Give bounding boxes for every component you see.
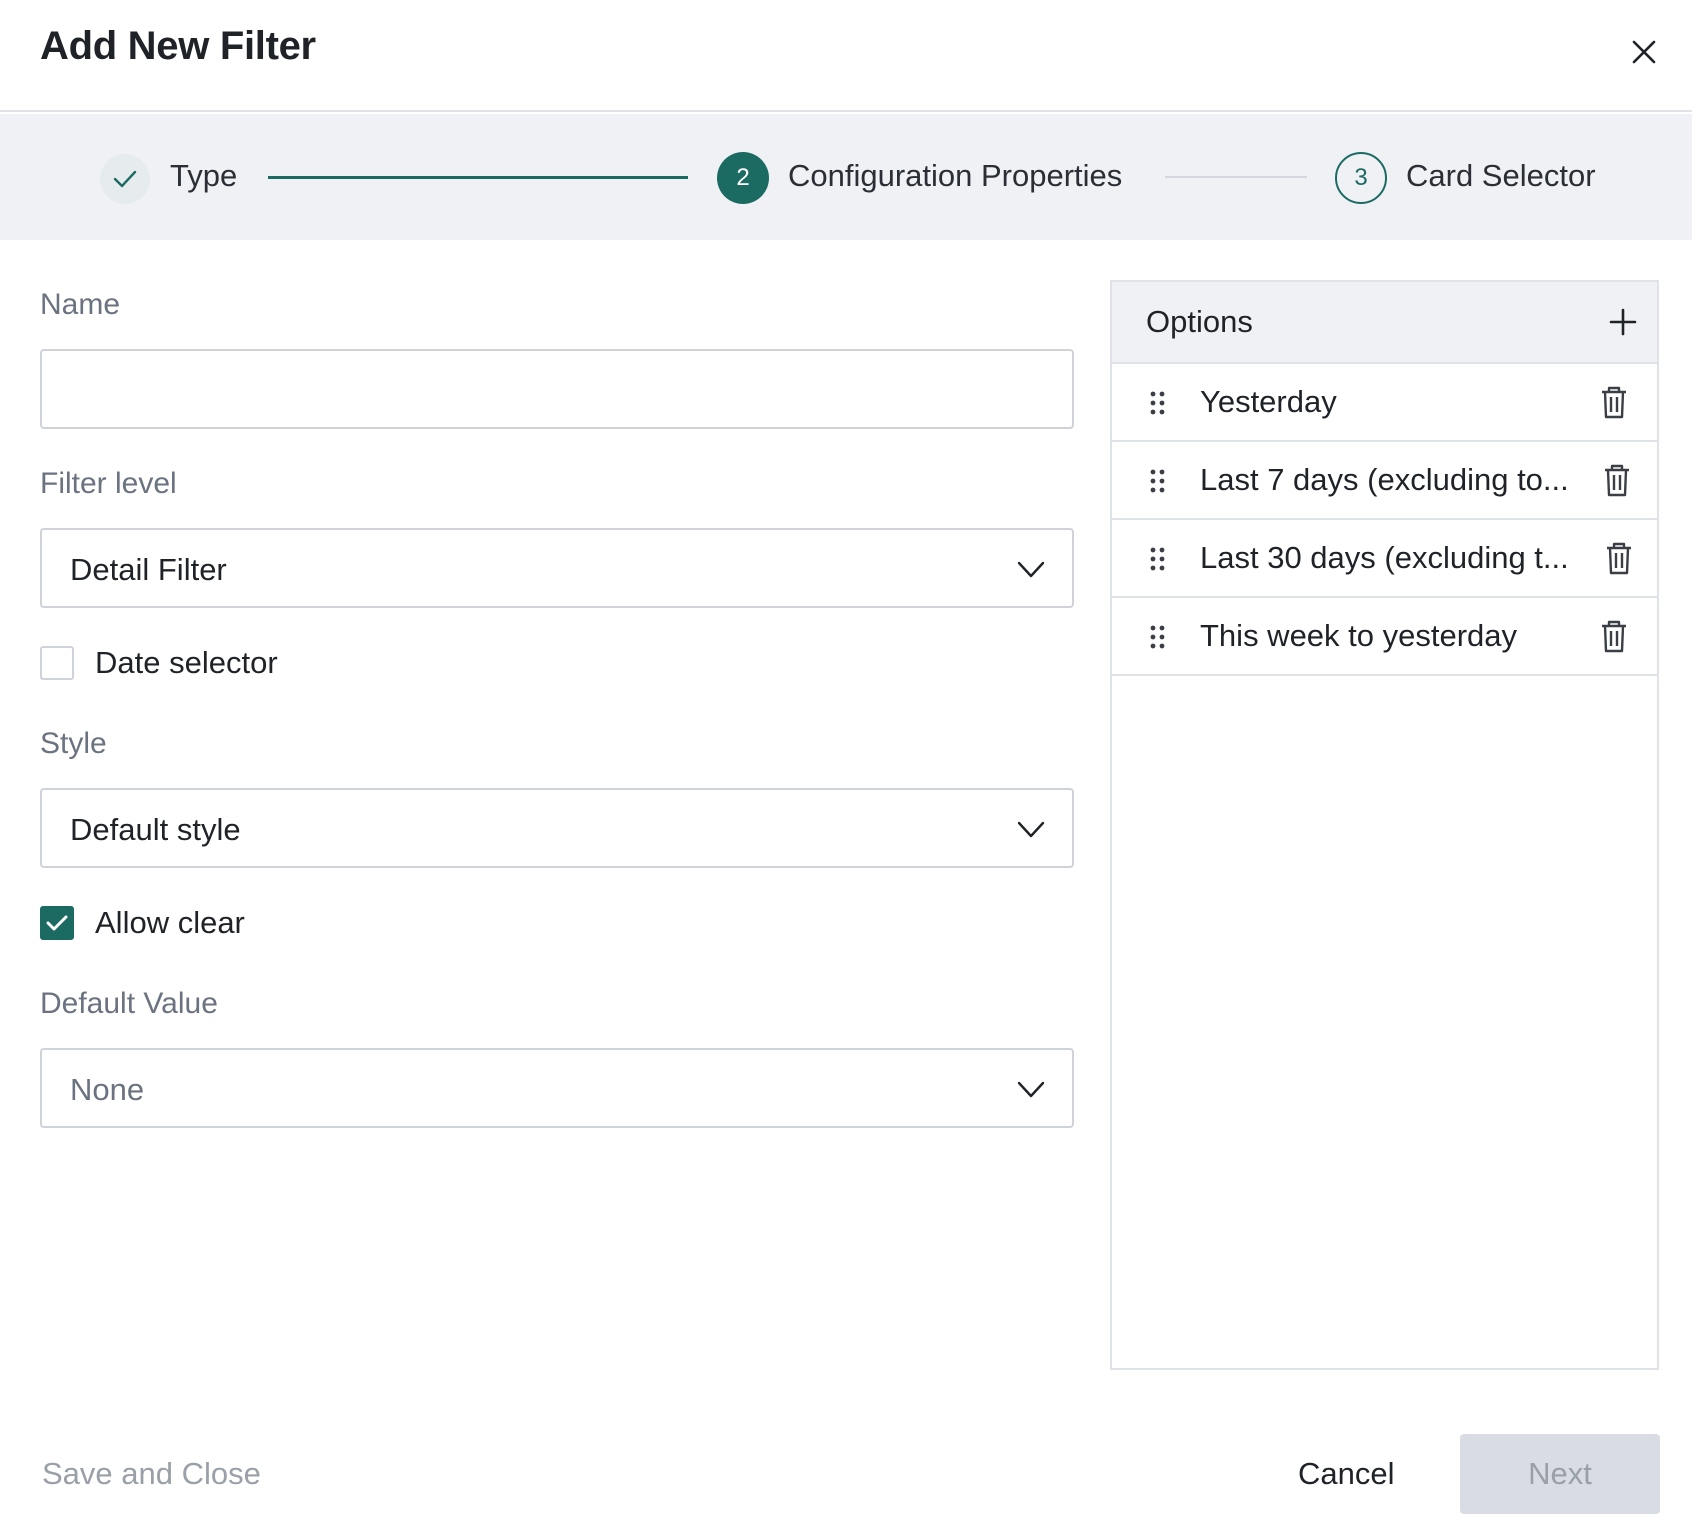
date-selector-label: Date selector [95, 645, 278, 680]
allow-clear-label: Allow clear [95, 905, 245, 940]
option-row: Last 30 days (excluding t... [1112, 520, 1657, 598]
drag-handle-icon[interactable] [1148, 622, 1168, 652]
add-option-button[interactable] [1601, 300, 1645, 344]
dialog-header: Add New Filter [0, 0, 1692, 112]
chevron-down-icon [1017, 561, 1045, 578]
options-title: Options [1146, 304, 1253, 339]
default-value-label: Default Value [40, 987, 218, 1020]
option-row: Last 7 days (excluding to... [1112, 442, 1657, 520]
step-2-label[interactable]: Configuration Properties [788, 158, 1122, 194]
stepper: Type 2 Configuration Properties 3 Card S… [0, 114, 1692, 240]
save-and-close-button[interactable]: Save and Close [42, 1456, 261, 1492]
options-header: Options [1112, 282, 1657, 364]
allow-clear-checkbox[interactable] [40, 906, 74, 940]
step-1-label[interactable]: Type [170, 158, 237, 194]
filter-level-value: Detail Filter [70, 552, 227, 587]
style-value: Default style [70, 812, 241, 847]
option-row: This week to yesterday [1112, 598, 1657, 676]
filter-level-select[interactable]: Detail Filter [40, 528, 1074, 608]
name-input[interactable] [40, 349, 1074, 429]
trash-icon[interactable] [1597, 384, 1631, 420]
options-panel: Options Yesterday Last 7 days (excluding… [1110, 280, 1659, 1370]
option-label[interactable]: Yesterday [1200, 384, 1580, 420]
checkmark-icon [46, 915, 68, 931]
trash-icon[interactable] [1600, 462, 1634, 498]
close-icon [1632, 40, 1656, 64]
step-1-complete-indicator [100, 154, 150, 204]
dialog-title: Add New Filter [40, 24, 316, 68]
drag-handle-icon[interactable] [1148, 544, 1168, 574]
step-connector-upcoming [1165, 176, 1307, 178]
chevron-down-icon [1017, 821, 1045, 838]
cancel-button[interactable]: Cancel [1298, 1456, 1395, 1492]
next-button[interactable]: Next [1460, 1434, 1660, 1514]
step-connector-complete [268, 176, 688, 179]
date-selector-checkbox[interactable] [40, 646, 74, 680]
style-label: Style [40, 727, 107, 760]
step-3-label[interactable]: Card Selector [1406, 158, 1596, 194]
trash-icon[interactable] [1597, 618, 1631, 654]
trash-icon[interactable] [1602, 540, 1636, 576]
default-value-select[interactable]: None [40, 1048, 1074, 1128]
style-select[interactable]: Default style [40, 788, 1074, 868]
default-value-value: None [70, 1072, 145, 1107]
option-label[interactable]: Last 30 days (excluding t... [1200, 540, 1580, 576]
name-label: Name [40, 288, 121, 321]
close-button[interactable] [1620, 28, 1668, 76]
plus-icon [1609, 308, 1637, 336]
option-label[interactable]: Last 7 days (excluding to... [1200, 462, 1580, 498]
step-3-number: 3 [1335, 152, 1387, 204]
drag-handle-icon[interactable] [1148, 466, 1168, 496]
chevron-down-icon [1017, 1081, 1045, 1098]
step-2-number: 2 [717, 152, 769, 204]
drag-handle-icon[interactable] [1148, 388, 1168, 418]
filter-level-label: Filter level [40, 467, 177, 500]
option-label[interactable]: This week to yesterday [1200, 618, 1580, 654]
option-row: Yesterday [1112, 364, 1657, 442]
checkmark-icon [113, 170, 137, 188]
